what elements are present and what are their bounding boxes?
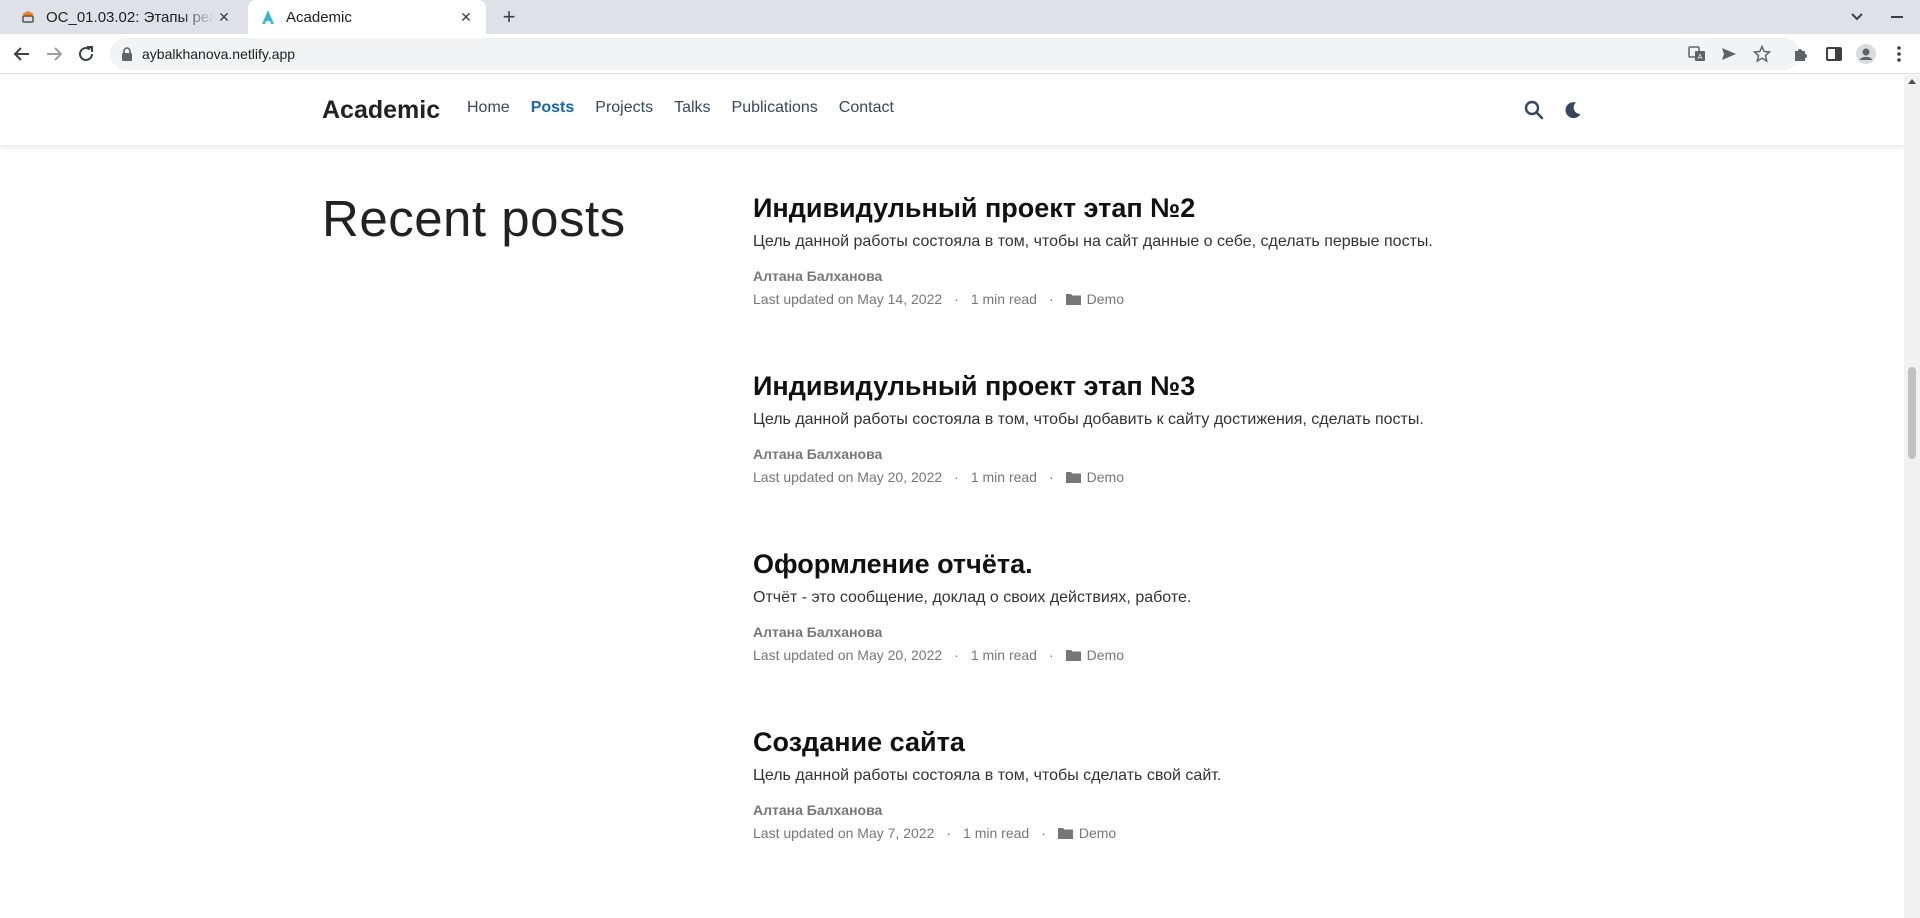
post-read-time: 1 min read [963,825,1030,841]
extensions-puzzle-icon[interactable] [1790,43,1812,65]
post-updated: Last updated on May 20, 2022 [753,647,943,663]
separator-dot: · [946,825,952,841]
post-item: Оформление отчёта. Отчёт - это сообщение… [753,549,1653,663]
tab-search-chevron-icon[interactable] [1846,6,1868,28]
post-summary: Отчёт - это сообщение, доклад о своих де… [753,589,1192,606]
separator-dot: · [954,647,959,663]
separator-dot: · [954,291,959,307]
browser-tab-active[interactable]: Academic ✕ [248,0,486,34]
url-text: aybalkhanova.netlify.app [142,46,296,62]
profile-avatar-icon[interactable] [1855,43,1877,65]
send-tab-icon[interactable] [1718,43,1740,65]
close-tab-icon[interactable]: ✕ [214,9,234,26]
post-updated: Last updated on May 20, 2022 [753,469,943,485]
post-author[interactable]: Алтана Балханова [753,802,1653,818]
moodle-icon [20,9,36,25]
bookmark-star-icon[interactable] [1751,43,1773,65]
post-item: Индивидульный проект этап №3 Цель данной… [753,371,1653,485]
post-category-link[interactable]: Demo [1087,291,1124,307]
scroll-up-arrow-icon[interactable] [1908,79,1916,84]
search-icon[interactable] [1523,99,1545,121]
menu-item-posts[interactable]: Posts [531,99,575,117]
tab-title: Academic [286,8,352,26]
post-meta: Last updated on May 20, 2022 · 1 min rea… [753,647,1653,663]
browser-tab-strip: ОС_01.03.02: Этапы реализации ✕ Academic… [0,0,1920,34]
post-item: Индивидульный проект этап №2 Цель данной… [753,193,1653,307]
post-title[interactable]: Индивидульный проект этап №2 [753,193,1653,224]
menu-item-publications[interactable]: Publications [732,99,818,117]
close-tab-icon[interactable]: ✕ [456,9,476,26]
svg-text:A: A [1698,53,1703,61]
reload-icon[interactable] [74,42,98,66]
post-title[interactable]: Индивидульный проект этап №3 [753,371,1653,402]
post-category-link[interactable]: Demo [1087,469,1124,485]
page-scrollbar[interactable] [1904,75,1920,918]
new-tab-button[interactable]: + [496,4,522,30]
browser-tab[interactable]: ОС_01.03.02: Этапы реализации ✕ [8,0,244,34]
separator-dot: · [1048,291,1054,307]
page-title: Recent posts [322,190,626,247]
minimize-window-icon[interactable] [1884,4,1910,30]
folder-icon [1057,827,1073,839]
web-page: Academic Home Posts Projects Talks Publi… [0,75,1920,918]
academic-logo-icon [260,9,276,25]
menu-item-home[interactable]: Home [467,99,510,117]
post-author[interactable]: Алтана Балханова [753,624,1653,640]
dark-mode-moon-icon[interactable] [1562,99,1584,121]
post-author[interactable]: Алтана Балханова [753,446,1653,462]
forward-arrow-icon[interactable] [42,42,66,66]
menu-item-talks[interactable]: Talks [674,99,710,117]
post-title[interactable]: Оформление отчёта. [753,549,1653,580]
menu-item-projects[interactable]: Projects [595,99,653,117]
separator-dot: · [1048,469,1054,485]
separator-dot: · [1048,647,1054,663]
separator-dot: · [954,469,959,485]
back-arrow-icon[interactable] [10,42,34,66]
post-read-time: 1 min read [970,291,1037,307]
post-meta: Last updated on May 14, 2022 · 1 min rea… [753,291,1653,307]
post-author[interactable]: Алтана Балханова [753,268,1653,284]
side-panel-icon[interactable] [1823,43,1845,65]
scrollbar-thumb[interactable] [1908,367,1916,459]
folder-icon [1065,471,1081,483]
address-bar[interactable]: aybalkhanova.netlify.app [110,38,1800,70]
site-brand[interactable]: Academic [322,96,440,125]
menu-item-contact[interactable]: Contact [839,99,894,117]
main-menu: Home Posts Projects Talks Publications C… [467,99,915,117]
separator-dot: · [1041,825,1046,841]
lock-icon[interactable] [120,47,134,61]
post-read-time: 1 min read [970,647,1037,663]
post-summary: Цель данной работы состояла в том, чтобы… [753,411,1424,428]
tab-title: ОС_01.03.02: Этапы реализации [46,8,214,26]
browser-toolbar: aybalkhanova.netlify.app A [0,34,1920,74]
post-updated: Last updated on May 7, 2022 [753,825,935,841]
post-summary: Цель данной работы состояла в том, чтобы… [753,767,1222,784]
post-item: Создание сайта Цель данной работы состоя… [753,727,1653,841]
translate-icon[interactable]: A [1686,43,1708,65]
browser-menu-icon[interactable] [1888,43,1910,65]
post-title[interactable]: Создание сайта [753,727,1653,758]
post-category-link[interactable]: Demo [1079,825,1116,841]
folder-icon [1065,293,1081,305]
post-read-time: 1 min read [970,469,1037,485]
post-meta: Last updated on May 20, 2022 · 1 min rea… [753,469,1653,485]
post-updated: Last updated on May 14, 2022 [753,291,943,307]
post-meta: Last updated on May 7, 2022 · 1 min read… [753,825,1653,841]
site-navbar: Academic Home Posts Projects Talks Publi… [0,75,1904,145]
post-summary: Цель данной работы состояла в том, чтобы… [753,233,1433,250]
post-category-link[interactable]: Demo [1087,647,1124,663]
folder-icon [1065,649,1081,661]
